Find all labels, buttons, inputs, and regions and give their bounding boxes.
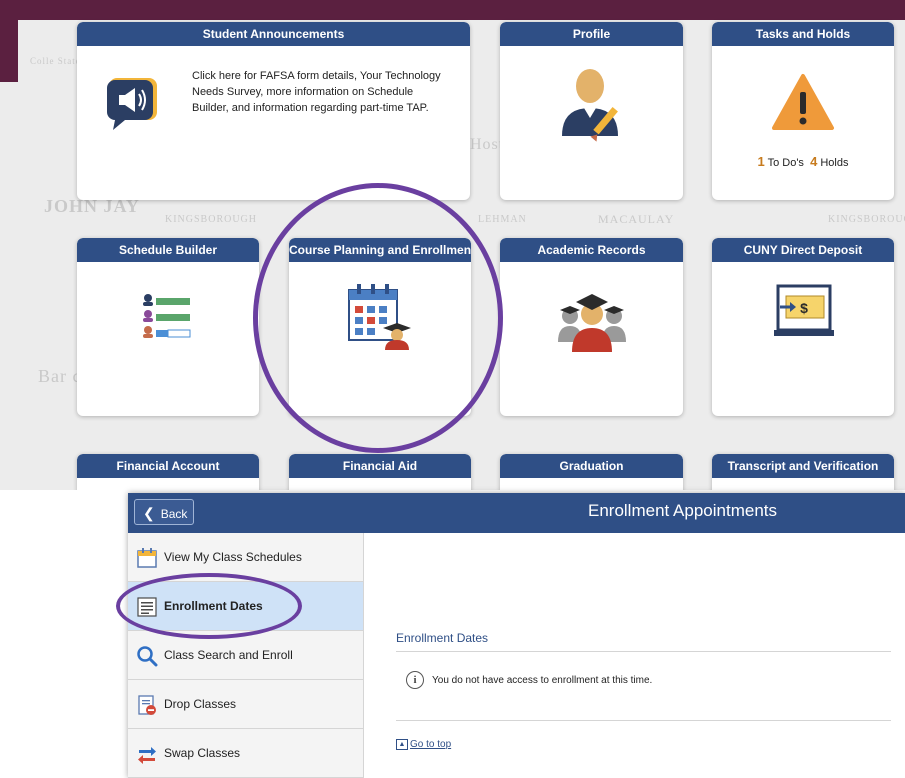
todo-label: To Do's xyxy=(767,157,804,169)
watermark-lehman: LEHMAN xyxy=(478,214,527,225)
back-label: Back xyxy=(160,507,188,521)
tile-profile[interactable]: Profile xyxy=(500,22,683,200)
tile-transcript-and-verification[interactable]: Transcript and Verification xyxy=(712,454,894,490)
tile-financial-aid[interactable]: Financial Aid xyxy=(289,454,471,490)
holds-label: Holds xyxy=(820,157,849,169)
left-brand-strip xyxy=(0,20,18,82)
tile-financial-account[interactable]: Financial Account xyxy=(77,454,259,490)
sidebar-item-label: Class Search and Enroll xyxy=(164,648,293,662)
dashboard: Colle Staten JOHN JAY KINGSBOROUGH LEHMA… xyxy=(0,0,905,490)
laptop-deposit-icon: $ xyxy=(774,284,834,336)
tile-graduation[interactable]: Graduation xyxy=(500,454,683,490)
drop-icon xyxy=(138,695,156,715)
sidebar-item-class-search-and-enroll[interactable]: Class Search and Enroll xyxy=(128,631,363,680)
watermark-kingsborough: KINGSBOROUGH xyxy=(165,214,258,225)
sidebar-item-label: Swap Classes xyxy=(164,746,241,760)
tile-title: Graduation xyxy=(500,454,683,478)
tile-title: Course Planning and Enrollment xyxy=(289,238,471,262)
sidebar-item-label: Enrollment Dates xyxy=(164,599,263,613)
tile-academic-records[interactable]: Academic Records xyxy=(500,238,683,416)
tile-title: Financial Account xyxy=(77,454,259,478)
todo-holds-summary: 1 To Do's 4 Holds xyxy=(712,154,894,169)
sidebar-item-swap-classes[interactable]: Swap Classes xyxy=(128,729,363,778)
back-button[interactable]: ❮ Back xyxy=(134,499,194,525)
list-icon xyxy=(137,597,157,617)
tile-cuny-direct-deposit[interactable]: CUNY Direct Deposit $ xyxy=(712,238,894,416)
tile-title: Financial Aid xyxy=(289,454,471,478)
tile-title: CUNY Direct Deposit xyxy=(712,238,894,262)
main-content: Enrollment Dates i You do not have access… xyxy=(396,533,896,778)
tile-title: Profile xyxy=(500,22,683,46)
divider xyxy=(396,720,891,721)
section-title: Enrollment Dates xyxy=(396,631,891,652)
tile-title: Schedule Builder xyxy=(77,238,259,262)
watermark-kingsborough-2: KINGSBOROUGH xyxy=(828,214,905,225)
tile-schedule-builder[interactable]: Schedule Builder xyxy=(77,238,259,416)
panel-header: ❮ Back Enrollment Appointments xyxy=(128,493,905,533)
tile-title: Academic Records xyxy=(500,238,683,262)
megaphone-icon xyxy=(107,78,157,130)
tile-student-announcements[interactable]: Student Announcements Click here for FAF… xyxy=(77,22,470,200)
go-to-top-label: Go to top xyxy=(410,739,452,751)
calendar-icon xyxy=(137,548,157,568)
message-text: You do not have access to enrollment at … xyxy=(432,675,653,686)
sidebar: View My Class Schedules Enrollment Dates… xyxy=(128,533,364,778)
tile-title: Tasks and Holds xyxy=(712,22,894,46)
search-icon xyxy=(137,646,158,667)
profile-person-icon xyxy=(562,69,618,142)
tile-title: Transcript and Verification xyxy=(712,454,894,478)
todo-count: 1 xyxy=(757,154,765,169)
holds-count: 4 xyxy=(810,154,818,169)
warning-icon xyxy=(772,74,834,130)
chevron-left-icon: ❮ xyxy=(143,505,155,521)
tile-course-planning-and-enrollment[interactable]: Course Planning and Enrollment xyxy=(289,238,471,416)
graduates-icon xyxy=(558,294,626,352)
tile-title: Student Announcements xyxy=(77,22,470,46)
schedule-builder-icon xyxy=(143,294,191,338)
page-title: Enrollment Appointments xyxy=(588,501,777,520)
tile-tasks-and-holds[interactable]: Tasks and Holds 1 To Do's 4 Holds xyxy=(712,22,894,200)
sidebar-item-label: View My Class Schedules xyxy=(164,550,302,564)
no-access-message: i You do not have access to enrollment at… xyxy=(406,671,652,691)
announcement-text: Click here for FAFSA form details, Your … xyxy=(192,70,441,114)
enrollment-appointments-panel: ❮ Back Enrollment Appointments View My Cl… xyxy=(128,493,905,778)
go-to-top-link[interactable]: ▲ Go to top xyxy=(396,739,451,750)
sidebar-item-drop-classes[interactable]: Drop Classes xyxy=(128,680,363,729)
watermark-macaulay: MACAULAY xyxy=(598,212,675,226)
top-banner xyxy=(0,0,905,20)
sidebar-item-view-my-class-schedules[interactable]: View My Class Schedules xyxy=(128,533,363,582)
arrow-up-icon: ▲ xyxy=(396,739,408,750)
info-icon: i xyxy=(406,671,424,690)
swap-icon xyxy=(138,747,156,764)
sidebar-item-label: Drop Classes xyxy=(164,697,237,711)
sidebar-item-enrollment-dates[interactable]: Enrollment Dates xyxy=(128,582,363,631)
calendar-student-icon xyxy=(348,284,411,350)
svg-text:$: $ xyxy=(800,300,808,316)
